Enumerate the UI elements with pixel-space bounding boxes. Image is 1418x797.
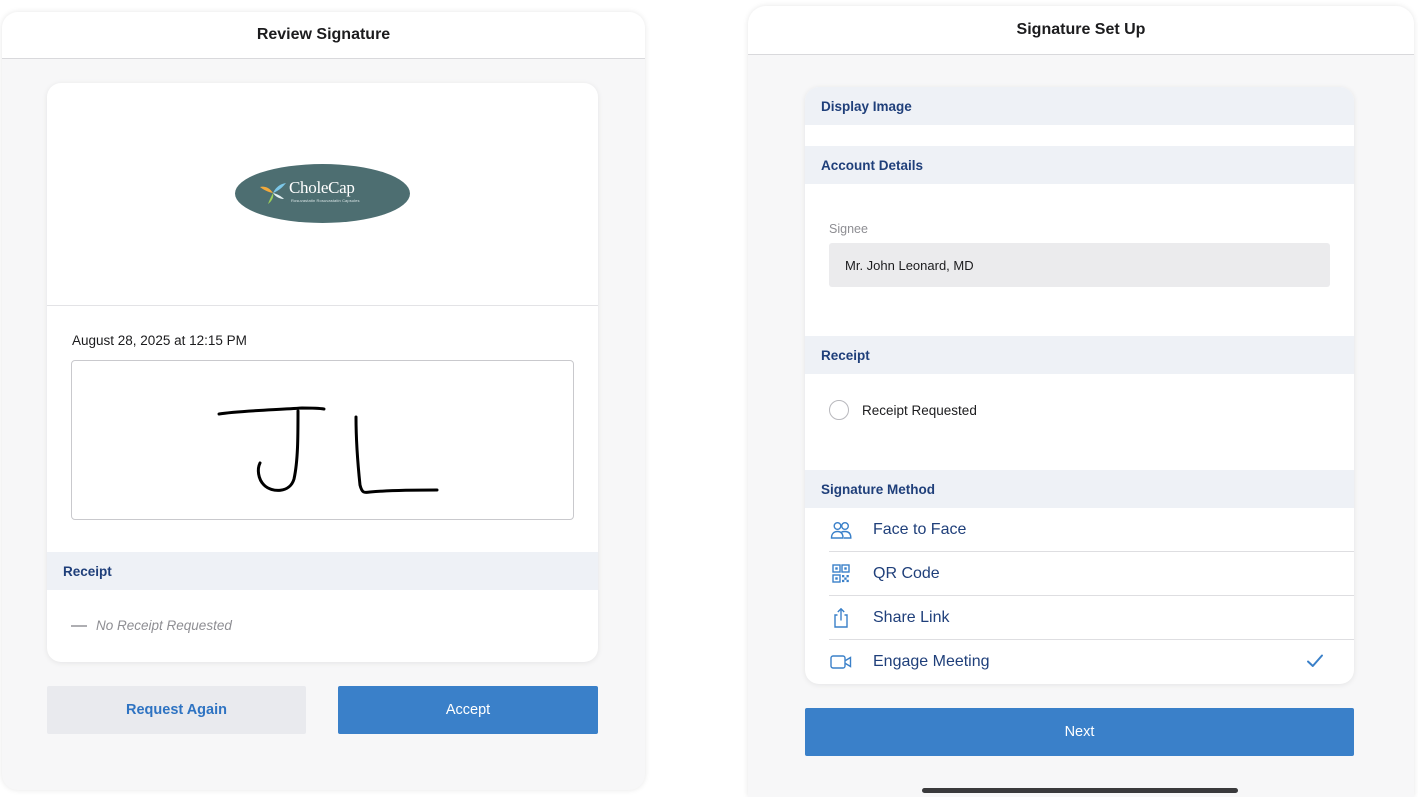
method-engage-meeting[interactable]: Engage Meeting bbox=[805, 640, 1354, 684]
cholecap-logo: CholeCap Rosuvastatin Rosuvastatin Capsu… bbox=[235, 164, 410, 223]
logo-area: CholeCap Rosuvastatin Rosuvastatin Capsu… bbox=[47, 83, 598, 306]
review-receipt-header: Receipt bbox=[47, 552, 598, 590]
receipt-radio-button[interactable] bbox=[829, 400, 849, 420]
no-receipt-status: No Receipt Requested bbox=[71, 618, 232, 633]
review-signature-title: Review Signature bbox=[2, 12, 645, 59]
method-label: Engage Meeting bbox=[873, 653, 990, 670]
signature-drawing bbox=[217, 406, 439, 494]
method-label: QR Code bbox=[873, 565, 940, 582]
signature-setup-panel: Signature Set Up Display Image Account D… bbox=[748, 6, 1414, 797]
request-again-button[interactable]: Request Again bbox=[47, 686, 306, 734]
signee-field[interactable] bbox=[829, 243, 1330, 287]
qr-code-icon bbox=[832, 564, 850, 583]
account-details-header: Account Details bbox=[805, 146, 1354, 184]
home-indicator[interactable] bbox=[922, 788, 1238, 793]
next-button[interactable]: Next bbox=[805, 708, 1354, 756]
signature-method-header: Signature Method bbox=[805, 470, 1354, 508]
no-receipt-text: No Receipt Requested bbox=[96, 618, 232, 633]
share-icon bbox=[834, 608, 848, 628]
signature-setup-title: Signature Set Up bbox=[748, 6, 1414, 55]
method-share-link[interactable]: Share Link bbox=[805, 596, 1354, 640]
method-label: Face to Face bbox=[873, 521, 967, 538]
leaf-logo-icon bbox=[260, 183, 286, 204]
logo-brand-text: CholeCap bbox=[289, 178, 355, 197]
receipt-requested-label: Receipt Requested bbox=[862, 402, 977, 418]
accept-button[interactable]: Accept bbox=[338, 686, 598, 734]
setup-card: Display Image Account Details Signee Rec… bbox=[805, 87, 1354, 684]
display-image-header: Display Image bbox=[805, 87, 1354, 125]
review-card: CholeCap Rosuvastatin Rosuvastatin Capsu… bbox=[47, 83, 598, 662]
method-face-to-face[interactable]: Face to Face bbox=[805, 508, 1354, 552]
receipt-requested-option[interactable]: Receipt Requested bbox=[829, 400, 977, 420]
people-icon bbox=[830, 522, 852, 539]
signature-box bbox=[71, 360, 574, 520]
review-signature-panel: Review Signature CholeCap Rosuvastatin R… bbox=[2, 12, 645, 790]
dash-icon bbox=[71, 624, 87, 627]
logo-tagline: Rosuvastatin Rosuvastatin Capsules bbox=[291, 198, 360, 203]
signature-timestamp: August 28, 2025 at 12:15 PM bbox=[72, 333, 247, 348]
checkmark-icon bbox=[1307, 654, 1323, 667]
setup-receipt-header: Receipt bbox=[805, 336, 1354, 374]
method-label: Share Link bbox=[873, 609, 950, 626]
video-camera-icon bbox=[830, 655, 852, 669]
signee-label: Signee bbox=[829, 222, 868, 236]
method-qr-code[interactable]: QR Code bbox=[805, 552, 1354, 596]
